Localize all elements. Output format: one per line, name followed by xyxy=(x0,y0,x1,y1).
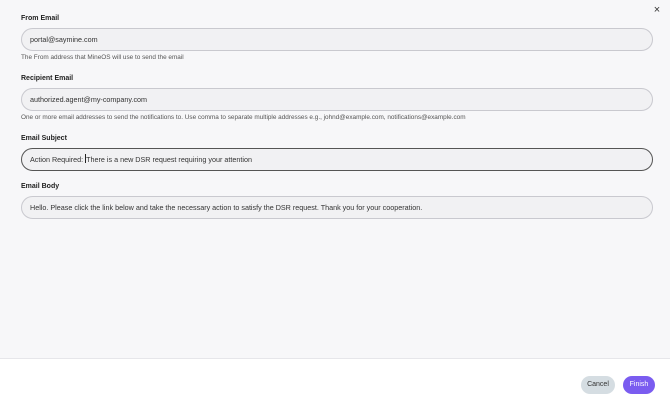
recipient-email-field[interactable]: authorized.agent@my-company.com xyxy=(21,88,653,111)
from-email-help: The From address that MineOS will use to… xyxy=(21,54,184,61)
recipient-email-label: Recipient Email xyxy=(21,75,74,82)
finish-button[interactable]: Finish xyxy=(623,376,655,394)
email-body-label: Email Body xyxy=(21,183,60,190)
email-subject-label: Email Subject xyxy=(21,135,67,142)
cancel-button[interactable]: Cancel xyxy=(581,376,615,394)
dialog-footer: Cancel Finish xyxy=(0,358,670,410)
from-email-label: From Email xyxy=(21,15,60,22)
dialog-content: × From Email portal@saymine.com The From… xyxy=(0,0,670,358)
recipient-email-help: One or more email addresses to send the … xyxy=(21,114,466,121)
email-body-field[interactable]: Hello. Please click the link below and t… xyxy=(21,196,653,219)
email-subject-field[interactable]: Action Required: There is a new DSR requ… xyxy=(21,148,653,171)
subject-text-after-caret: There is a new DSR request requiring you… xyxy=(86,155,252,164)
subject-text-before-caret: Action Required: xyxy=(30,155,86,164)
from-email-field[interactable]: portal@saymine.com xyxy=(21,28,653,51)
email-settings-dialog: × From Email portal@saymine.com The From… xyxy=(0,0,670,410)
close-icon[interactable]: × xyxy=(651,4,663,16)
